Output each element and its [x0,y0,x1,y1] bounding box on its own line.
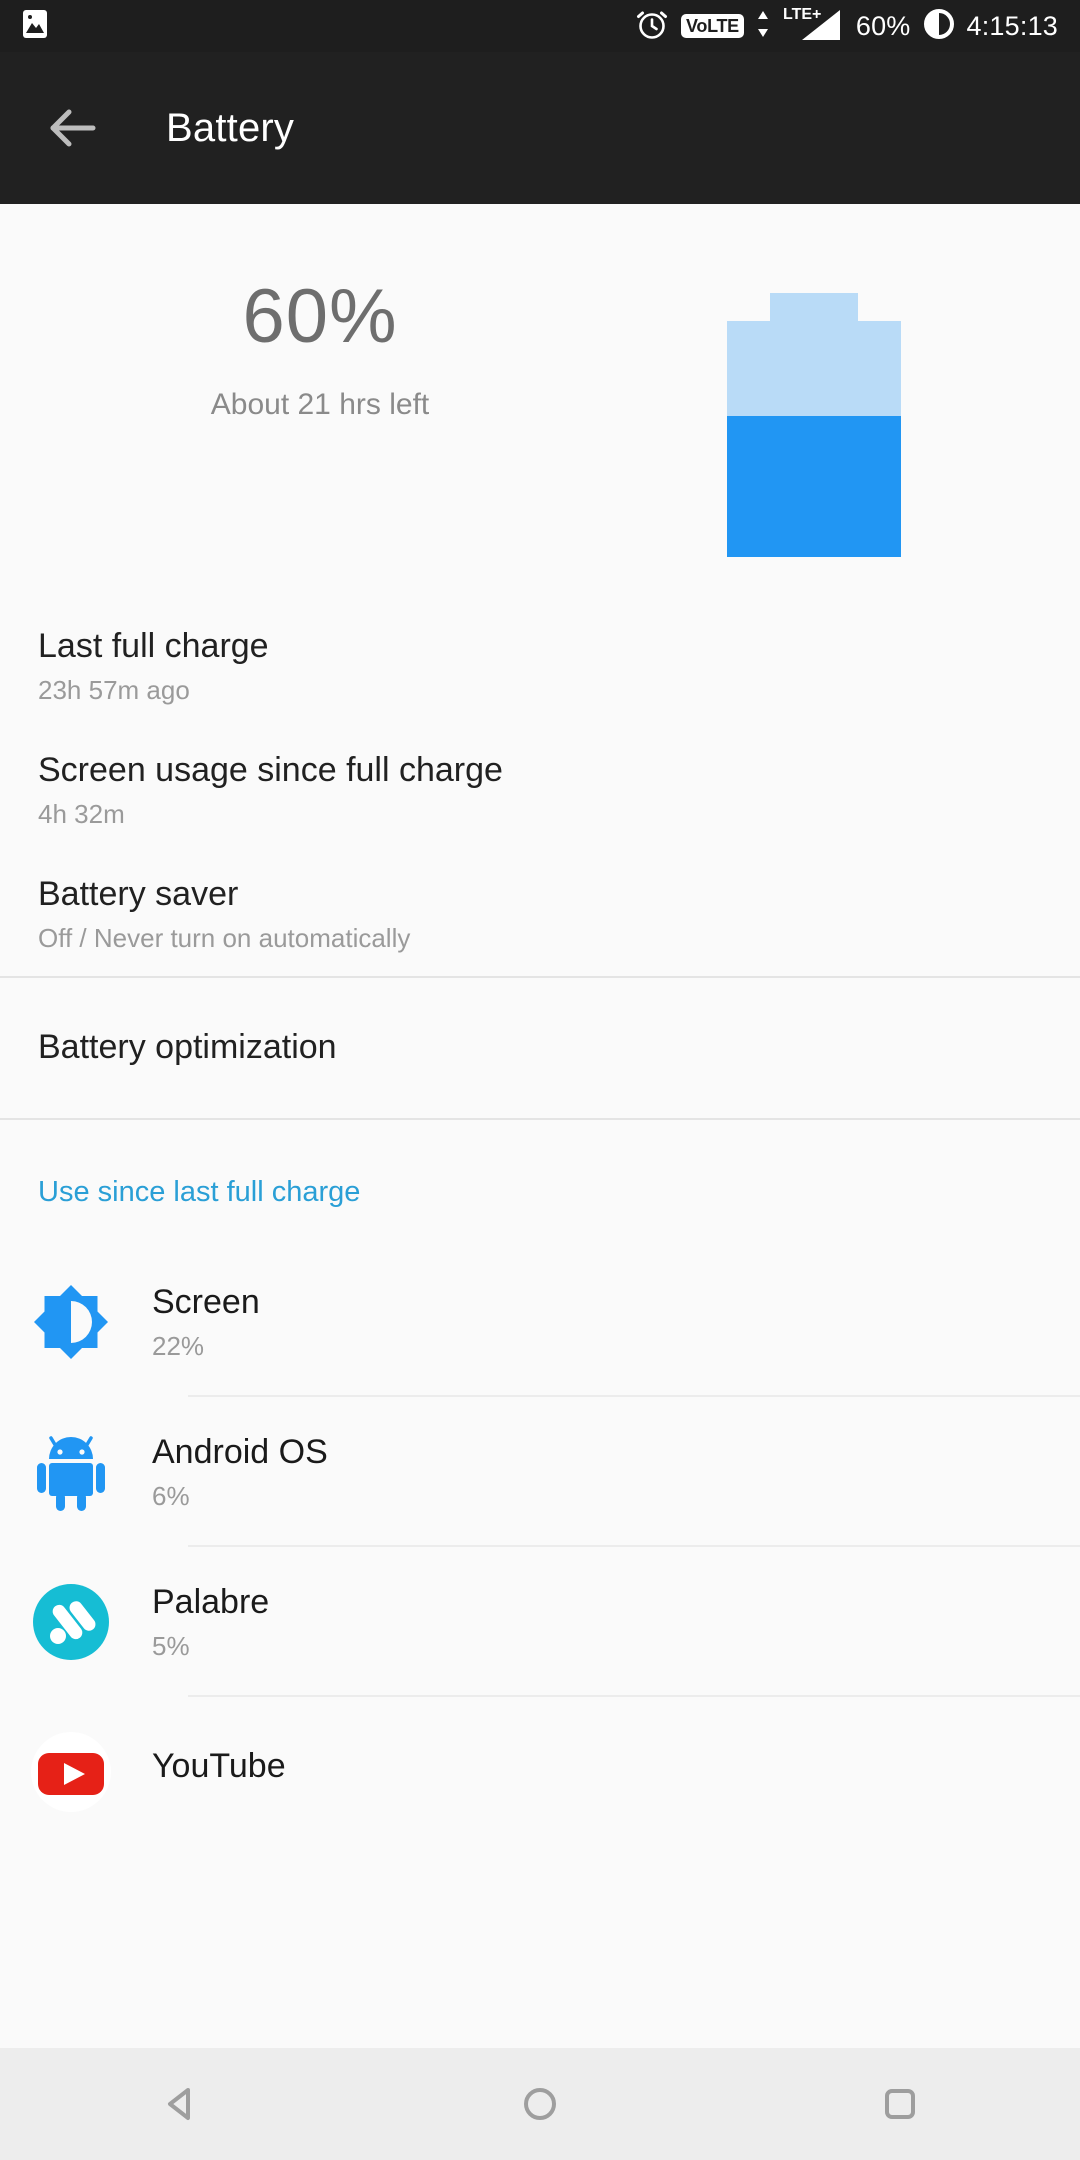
nav-back-button[interactable] [105,2048,255,2160]
app-usage-row-screen[interactable]: Screen 22% [0,1247,1080,1397]
row-subtitle: Off / Never turn on automatically [38,922,411,953]
app-name: Screen [152,1282,260,1321]
app-usage-row-palabre[interactable]: Palabre 5% [0,1547,1080,1697]
back-button[interactable] [25,80,121,176]
youtube-icon [30,1731,112,1813]
row-title: Last full charge [38,626,269,665]
app-bar: Battery [0,52,1080,204]
volte-icon: VoLTE [681,14,744,38]
row-title: Battery saver [38,874,239,913]
palabre-rss-icon [30,1581,112,1663]
row-title: Battery optimization [38,1028,337,1067]
nav-recents-icon [885,2089,915,2119]
app-usage-texts: YouTube [152,1747,286,1796]
navigation-bar [0,2048,1080,2160]
signal-strength-icon: LTE+ [782,4,844,49]
row-battery-saver[interactable]: Battery saver Off / Never turn on automa… [0,852,1080,976]
battery-body [727,321,901,557]
row-subtitle: 4h 32m [38,798,125,829]
battery-summary: 60% About 21 hrs left [0,204,1080,604]
battery-fill [727,416,901,557]
image-icon [22,9,48,44]
dnd-circle-icon [923,8,955,45]
app-name: Palabre [152,1582,270,1621]
app-usage-row-youtube[interactable]: YouTube [0,1697,1080,1847]
battery-nub [770,293,858,322]
app-percent: 22% [152,1330,205,1361]
app-usage-texts: Android OS 6% [152,1433,328,1512]
row-last-full-charge[interactable]: Last full charge 23h 57m ago [0,604,1080,728]
android-robot-icon [30,1431,112,1513]
row-title: Screen usage since full charge [38,750,503,789]
app-percent: 6% [152,1480,190,1511]
app-usage-texts: Screen 22% [152,1283,260,1362]
app-name: Android OS [152,1432,328,1471]
app-percent: 5% [152,1630,190,1661]
battery-time-left: About 21 hrs left [210,388,430,421]
battery-percent-block: 60% About 21 hrs left [0,204,640,420]
nav-home-icon [524,2088,556,2120]
status-bar-notifications [22,9,48,44]
nav-home-button[interactable] [465,2048,615,2160]
row-subtitle: 23h 57m ago [38,674,190,705]
page-title: Battery [166,105,295,150]
status-clock: 4:15:13 [966,10,1058,41]
back-arrow-icon [50,109,96,147]
app-usage-texts: Palabre 5% [152,1583,269,1662]
nav-recents-button[interactable] [825,2048,975,2160]
svg-text:LTE+: LTE+ [783,6,821,23]
brightness-icon [30,1281,112,1363]
row-screen-usage[interactable]: Screen usage since full charge 4h 32m [0,728,1080,852]
app-name: YouTube [152,1747,286,1786]
data-transfer-arrows-icon [756,8,770,45]
use-since-last-full-charge-link[interactable]: Use since last full charge [0,1120,1080,1247]
battery-percent-value: 60% [242,274,398,359]
status-bar: VoLTE LTE+ 60% 4:15:13 [0,0,1080,52]
nav-back-icon [168,2088,190,2120]
status-battery-percent: 60% [855,10,911,41]
alarm-clock-icon [635,7,669,46]
app-usage-row-android-os[interactable]: Android OS 6% [0,1397,1080,1547]
settings-content: 60% About 21 hrs left Last full charge 2… [0,204,1080,2048]
row-battery-optimization[interactable]: Battery optimization [0,978,1080,1118]
battery-level-graphic [727,293,901,557]
phone-screen: VoLTE LTE+ 60% 4:15:13 Battery 60% About… [0,0,1080,2160]
status-bar-system-icons: VoLTE LTE+ 60% 4:15:13 [635,4,1058,49]
